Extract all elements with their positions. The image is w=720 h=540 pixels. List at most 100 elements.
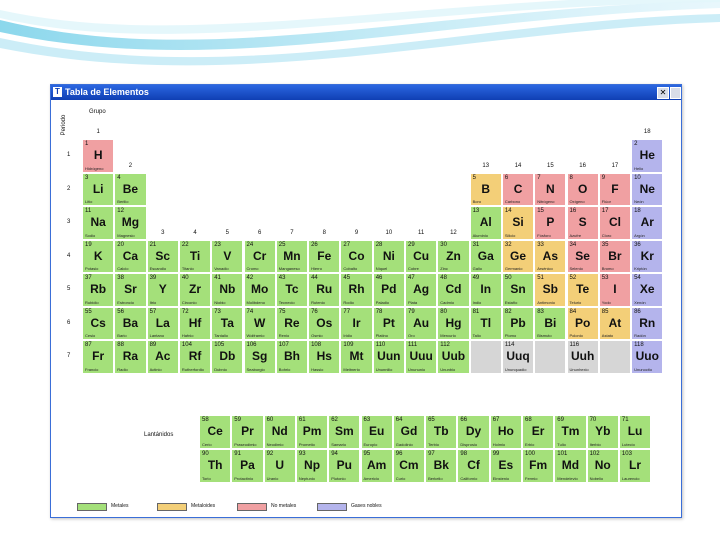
element-cell[interactable]: 42 Mo Molibdeno: [243, 273, 276, 307]
element-cell[interactable]: 35 Br Bromo: [598, 239, 632, 273]
element-cell[interactable]: 24 Cr Cromo: [243, 239, 276, 273]
element-cell[interactable]: 45 Rh Rodio: [340, 273, 373, 307]
element-cell[interactable]: [534, 340, 567, 374]
element-cell[interactable]: 76 Os Osmio: [308, 306, 341, 340]
element-cell[interactable]: 112 Uub Ununbio: [437, 340, 470, 374]
element-cell[interactable]: 29 Cu Cobre: [405, 239, 438, 273]
element-cell[interactable]: 52 Te Telurio: [566, 273, 599, 307]
element-cell[interactable]: 96 Cm Curio: [392, 449, 426, 483]
element-cell[interactable]: 19 K Potasio: [82, 239, 115, 273]
element-cell[interactable]: 103 Lr Laurencio: [618, 449, 652, 483]
element-cell[interactable]: 109 Mt Meitnerio: [340, 340, 373, 374]
element-cell[interactable]: 79 Au Oro: [405, 306, 438, 340]
element-cell[interactable]: 50 Sn Estaño: [501, 273, 535, 307]
element-cell[interactable]: 75 Re Renio: [275, 306, 309, 340]
element-cell[interactable]: 41 Nb Niobio: [211, 273, 244, 307]
element-cell[interactable]: 31 Ga Galio: [469, 239, 502, 273]
element-cell[interactable]: 107 Bh Bohrio: [275, 340, 309, 374]
element-cell[interactable]: 64 Gd Gadolinio: [392, 415, 426, 449]
element-cell[interactable]: 34 Se Selenio: [566, 239, 599, 273]
element-cell[interactable]: 105 Db Dubnio: [211, 340, 244, 374]
element-cell[interactable]: 51 Sb Antimonio: [534, 273, 567, 307]
element-cell[interactable]: 18 Ar Argón: [631, 206, 664, 240]
element-cell[interactable]: 59 Pr Praseodimio: [231, 415, 264, 449]
element-cell[interactable]: 32 Ge Germanio: [501, 239, 535, 273]
element-cell[interactable]: 38 Sr Estroncio: [114, 273, 147, 307]
element-cell[interactable]: 54 Xe Xenón: [631, 273, 664, 307]
element-cell[interactable]: 114 Uuq Ununquadio: [501, 340, 535, 374]
element-cell[interactable]: 4 Be Berilio: [114, 172, 147, 206]
element-cell[interactable]: 58 Ce Cerio: [199, 415, 232, 449]
element-cell[interactable]: 13 Al Aluminio: [469, 206, 502, 240]
element-cell[interactable]: 37 Rb Rubidio: [82, 273, 115, 307]
element-cell[interactable]: 53 I Yodo: [598, 273, 632, 307]
element-cell[interactable]: 98 Cf Californio: [457, 449, 490, 483]
element-cell[interactable]: 60 Nd Neodimio: [263, 415, 296, 449]
element-cell[interactable]: 62 Sm Samario: [328, 415, 361, 449]
element-cell[interactable]: 94 Pu Plutonio: [328, 449, 361, 483]
element-cell[interactable]: 47 Ag Plata: [405, 273, 438, 307]
element-cell[interactable]: 28 Ni Níquel: [372, 239, 405, 273]
element-cell[interactable]: 20 Ca Calcio: [114, 239, 147, 273]
element-cell[interactable]: 57 La Lantano: [146, 306, 179, 340]
window-titlebar[interactable]: T Tabla de Elementos ✕: [51, 85, 681, 100]
element-cell[interactable]: 8 O Oxígeno: [566, 172, 599, 206]
element-cell[interactable]: 21 Sc Escandio: [146, 239, 179, 273]
element-cell[interactable]: 81 Tl Talio: [469, 306, 502, 340]
element-cell[interactable]: 6 C Carbono: [501, 172, 535, 206]
element-cell[interactable]: 104 Rf Rutherfordio: [178, 340, 212, 374]
element-cell[interactable]: 26 Fe Hierro: [308, 239, 341, 273]
element-cell[interactable]: 39 Y Itrio: [146, 273, 179, 307]
element-cell[interactable]: 25 Mn Manganeso: [275, 239, 309, 273]
resize-grip-icon[interactable]: [670, 87, 681, 99]
element-cell[interactable]: 44 Ru Rutenio: [308, 273, 341, 307]
element-cell[interactable]: 61 Pm Prometio: [295, 415, 329, 449]
element-cell[interactable]: 33 As Arsénico: [534, 239, 567, 273]
element-cell[interactable]: 10 Ne Neón: [631, 172, 664, 206]
element-cell[interactable]: 110 Uun Ununnilio: [372, 340, 405, 374]
element-cell[interactable]: 111 Uuu Unununio: [405, 340, 438, 374]
element-cell[interactable]: 77 Ir Iridio: [340, 306, 373, 340]
element-cell[interactable]: 101 Md Mendelevio: [554, 449, 587, 483]
element-cell[interactable]: 93 Np Neptunio: [295, 449, 329, 483]
element-cell[interactable]: 78 Pt Platino: [372, 306, 405, 340]
element-cell[interactable]: 73 Ta Tantalio: [211, 306, 244, 340]
element-cell[interactable]: 3 Li Litio: [82, 172, 115, 206]
element-cell[interactable]: 97 Bk Berkelio: [425, 449, 458, 483]
element-cell[interactable]: 63 Eu Europio: [360, 415, 393, 449]
element-cell[interactable]: 46 Pd Paladio: [372, 273, 405, 307]
close-button[interactable]: ✕: [657, 87, 669, 99]
element-cell[interactable]: 2 He Helio: [631, 139, 664, 173]
element-cell[interactable]: 118 Uuo Ununoctio: [631, 340, 664, 374]
element-cell[interactable]: 48 Cd Cadmio: [437, 273, 470, 307]
element-cell[interactable]: 22 Ti Titanio: [178, 239, 212, 273]
element-cell[interactable]: 65 Tb Terbio: [425, 415, 458, 449]
element-cell[interactable]: [469, 340, 502, 374]
element-cell[interactable]: 7 N Nitrógeno: [534, 172, 567, 206]
element-cell[interactable]: 87 Fr Francio: [82, 340, 115, 374]
element-cell[interactable]: 43 Tc Tecnecio: [275, 273, 309, 307]
element-cell[interactable]: 83 Bi Bismuto: [534, 306, 567, 340]
element-cell[interactable]: 88 Ra Radio: [114, 340, 147, 374]
element-cell[interactable]: 23 V Vanadio: [211, 239, 244, 273]
element-cell[interactable]: 49 In Indio: [469, 273, 502, 307]
element-cell[interactable]: 72 Hf Hafnio: [178, 306, 212, 340]
element-cell[interactable]: 66 Dy Disprosio: [457, 415, 490, 449]
element-cell[interactable]: 36 Kr Kriptón: [631, 239, 664, 273]
element-cell[interactable]: [598, 340, 632, 374]
element-cell[interactable]: 84 Po Polonio: [566, 306, 599, 340]
element-cell[interactable]: 71 Lu Lutecio: [618, 415, 652, 449]
element-cell[interactable]: 116 Uuh Ununhexio: [566, 340, 599, 374]
element-cell[interactable]: 67 Ho Holmio: [489, 415, 522, 449]
element-cell[interactable]: 15 P Fósforo: [534, 206, 567, 240]
element-cell[interactable]: 12 Mg Magnesio: [114, 206, 147, 240]
element-cell[interactable]: 85 At Astato: [598, 306, 632, 340]
element-cell[interactable]: 102 No Nobelio: [586, 449, 619, 483]
element-cell[interactable]: 68 Er Erbio: [522, 415, 555, 449]
element-cell[interactable]: 14 Si Silicio: [501, 206, 535, 240]
element-cell[interactable]: 108 Hs Hassio: [308, 340, 341, 374]
element-cell[interactable]: 99 Es Einstenio: [489, 449, 522, 483]
element-cell[interactable]: 86 Rn Radón: [631, 306, 664, 340]
element-cell[interactable]: 100 Fm Fermio: [522, 449, 555, 483]
element-cell[interactable]: 90 Th Torio: [199, 449, 232, 483]
